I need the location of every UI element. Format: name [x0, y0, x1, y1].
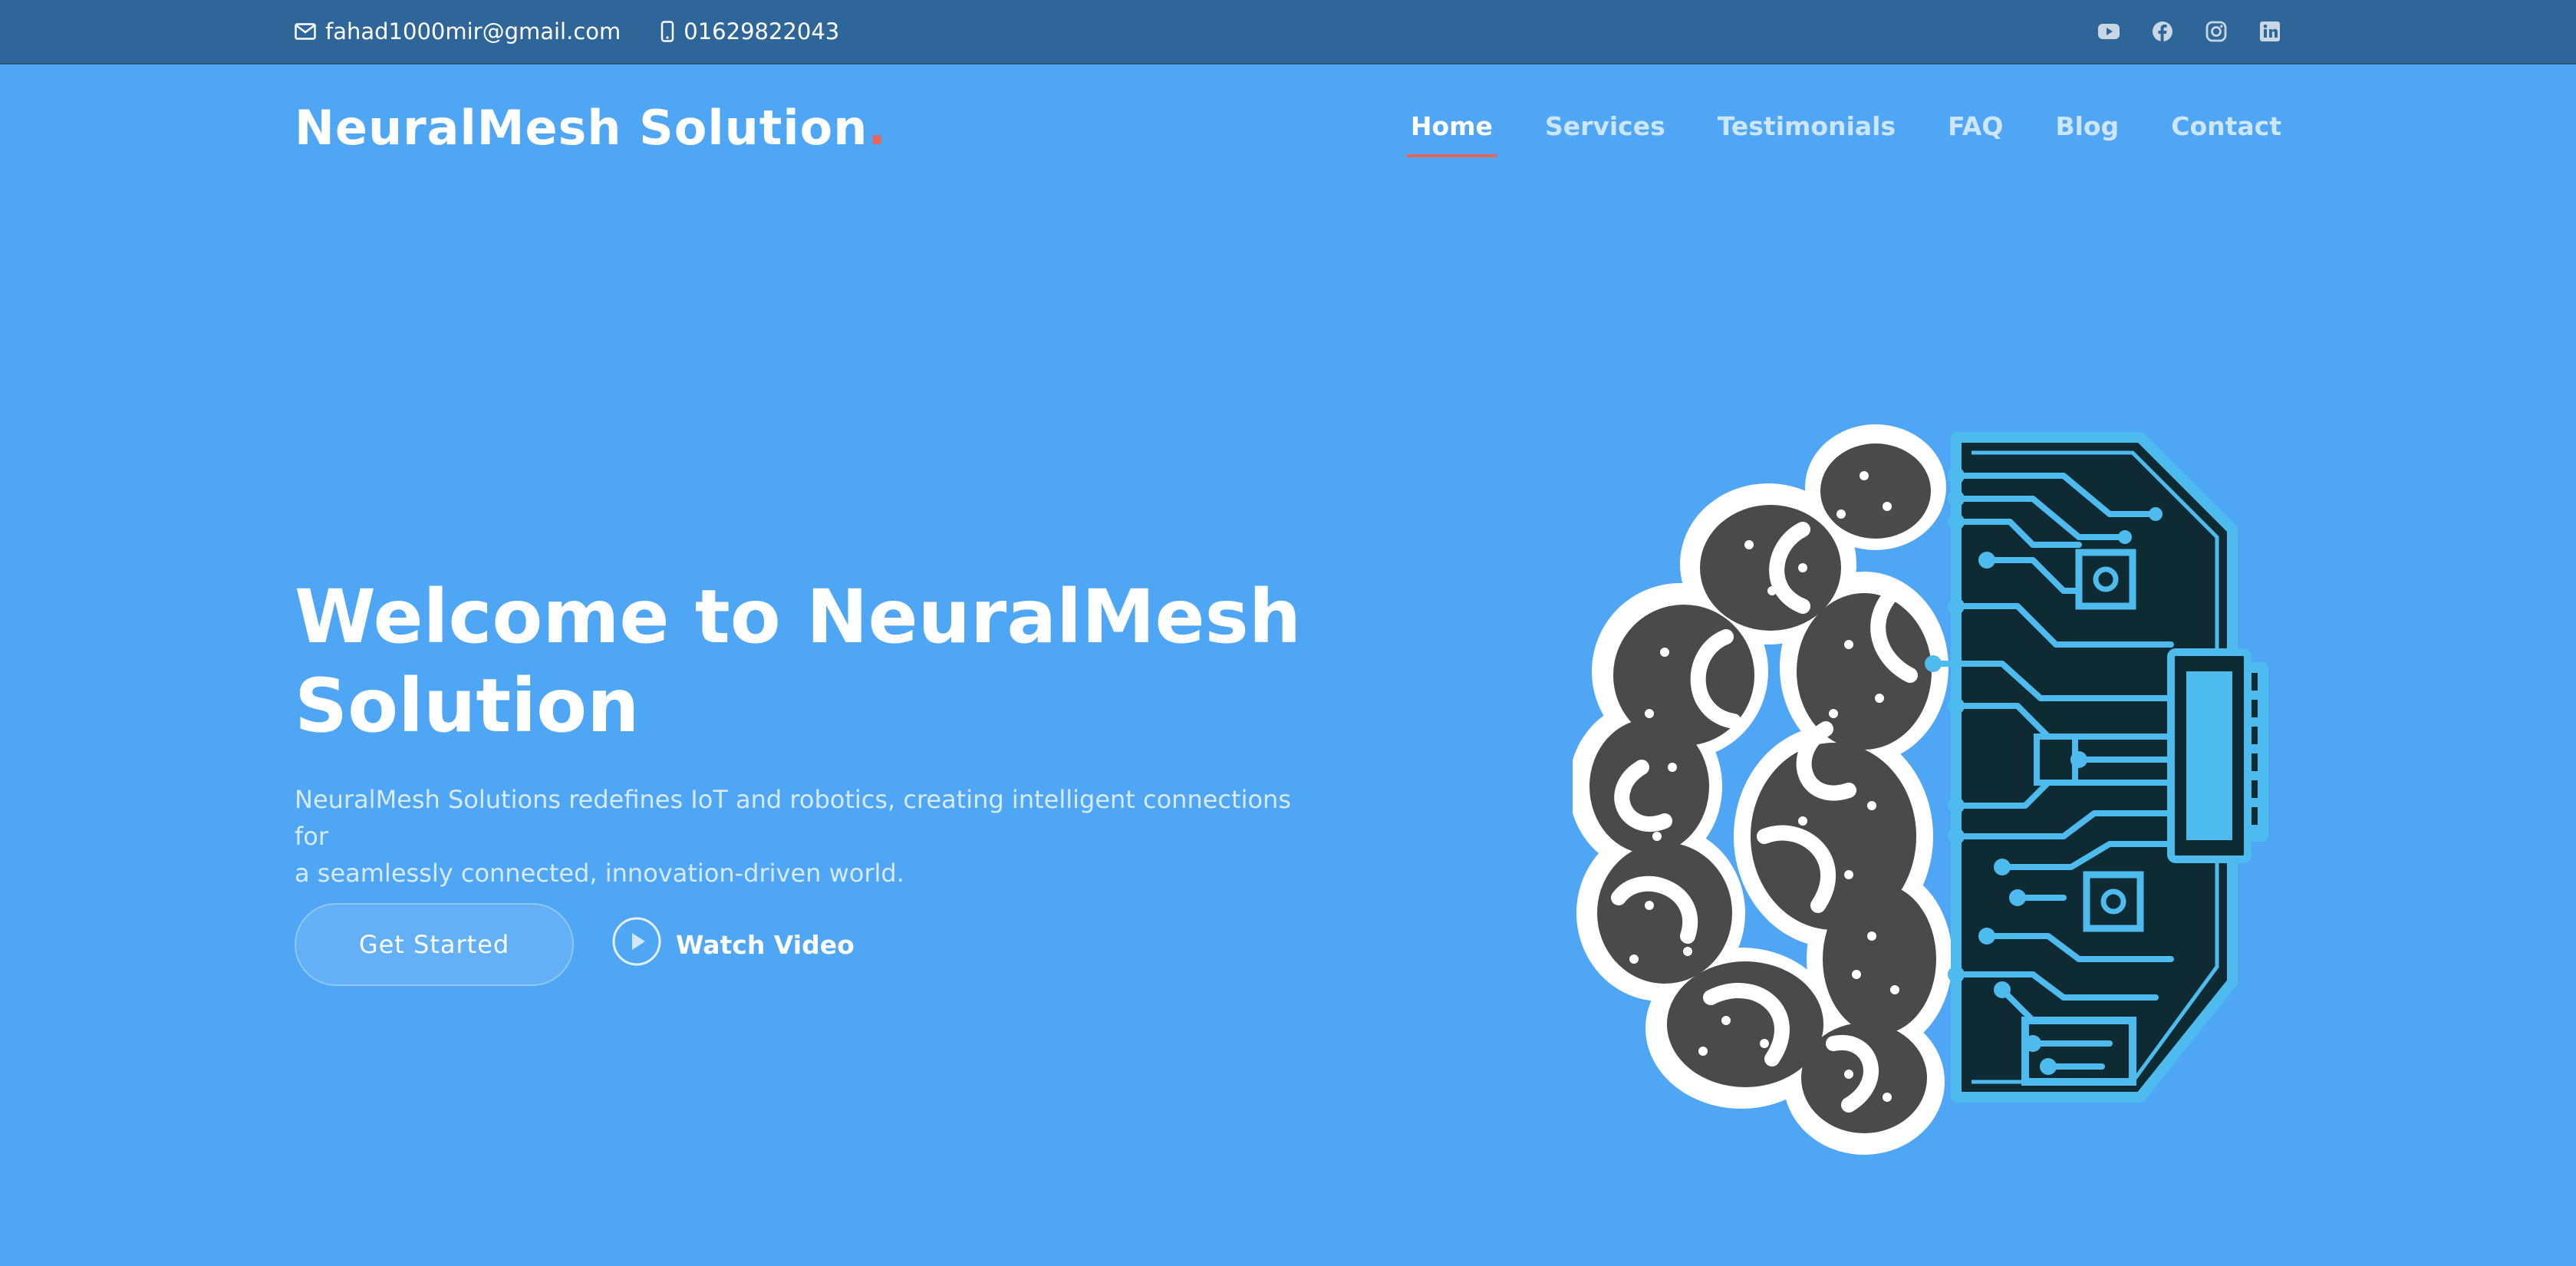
- nav-contact[interactable]: Contact: [2171, 111, 2281, 141]
- email-text: fahad1000mir@gmail.com: [325, 18, 621, 45]
- nav-services[interactable]: Services: [1545, 111, 1665, 141]
- circuit-half: [1925, 432, 2268, 1103]
- site-logo[interactable]: NeuralMesh Solution.: [295, 100, 887, 156]
- main-nav: Home Services Testimonials FAQ Blog Cont…: [1405, 111, 2281, 157]
- hero-title-line-1: Welcome to NeuralMesh: [295, 574, 1302, 660]
- nav-home[interactable]: Home: [1405, 111, 1498, 157]
- play-icon: [611, 916, 662, 973]
- hero-title-line-2: Solution: [295, 663, 640, 749]
- linkedin-icon[interactable]: [2258, 20, 2281, 43]
- get-started-label: Get Started: [358, 930, 510, 959]
- youtube-icon[interactable]: [2097, 20, 2120, 43]
- brand-name: NeuralMesh Solution: [295, 100, 868, 156]
- brain-circuit-illustration: [1573, 424, 2268, 1155]
- phone-link[interactable]: 01629822043: [660, 18, 839, 45]
- get-started-button[interactable]: Get Started: [295, 903, 574, 986]
- email-link[interactable]: fahad1000mir@gmail.com: [295, 18, 621, 45]
- phone-icon: [660, 21, 674, 42]
- hero-description: NeuralMesh Solutions redefines IoT and r…: [295, 781, 1292, 892]
- facebook-icon[interactable]: [2151, 20, 2174, 43]
- nav-blog[interactable]: Blog: [2055, 111, 2119, 141]
- brand-dot: .: [868, 100, 887, 156]
- brain-half: [1573, 424, 1952, 1155]
- hero-title: Welcome to NeuralMesh Solution: [295, 572, 1369, 750]
- watch-video-label: Watch Video: [676, 929, 855, 960]
- hero-description-line-1: NeuralMesh Solutions redefines IoT and r…: [295, 785, 1291, 851]
- hero-description-line-2: a seamlessly connected, innovation-drive…: [295, 859, 904, 888]
- nav-testimonials[interactable]: Testimonials: [1718, 111, 1896, 141]
- envelope-icon: [295, 23, 316, 40]
- top-bar: fahad1000mir@gmail.com 01629822043: [0, 0, 2576, 64]
- watch-video-button[interactable]: Watch Video: [611, 916, 855, 973]
- nav-faq[interactable]: FAQ: [1948, 111, 2003, 141]
- contact-info: fahad1000mir@gmail.com 01629822043: [295, 0, 839, 63]
- social-links: [2097, 0, 2281, 63]
- phone-text: 01629822043: [684, 18, 840, 45]
- instagram-icon[interactable]: [2205, 20, 2228, 43]
